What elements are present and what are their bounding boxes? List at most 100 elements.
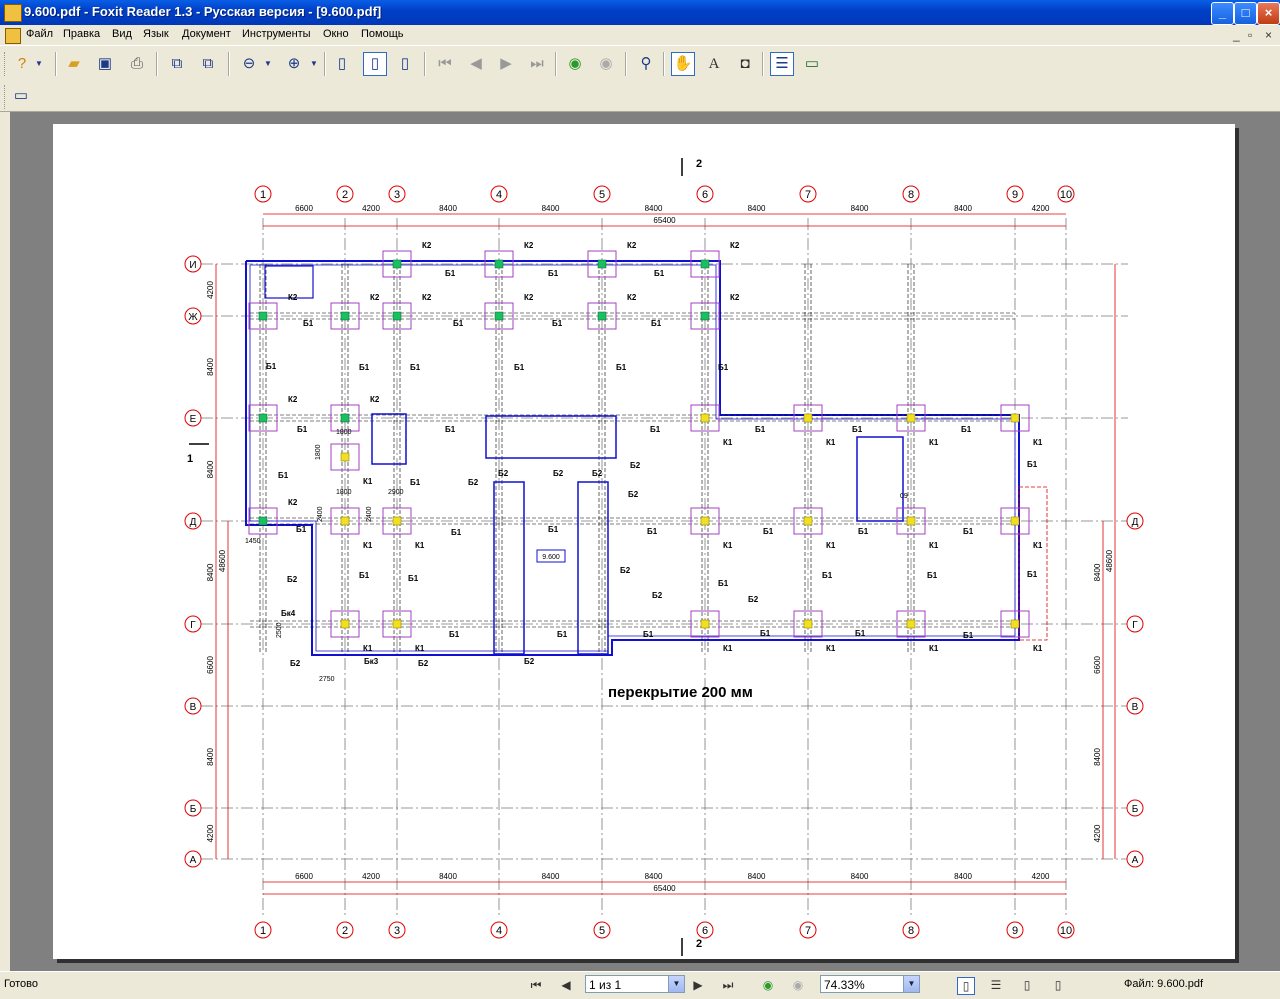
column-k1 — [1010, 619, 1020, 629]
hand-tool-icon[interactable]: ✋ — [671, 52, 695, 76]
find-icon[interactable]: ⚲ — [635, 53, 657, 75]
column-label-k1: К1 — [415, 644, 425, 653]
mdi-close-button[interactable]: × — [1265, 28, 1272, 42]
continuous-mode-icon[interactable]: ☰ — [988, 977, 1004, 993]
zoom-out-dropdown-icon[interactable]: ▼ — [262, 53, 274, 75]
beam-label-b1: Б1 — [410, 478, 421, 487]
beam-label-b2: Б2 — [287, 575, 298, 584]
snapshot-icon[interactable]: ◘ — [734, 53, 756, 75]
stair-box — [485, 415, 617, 459]
dimension-text: 8400 — [954, 204, 972, 213]
column-label: 3 — [394, 189, 400, 201]
mdi-minimize-button[interactable]: _ — [1233, 28, 1240, 42]
column-label-k1: К1 — [723, 541, 733, 550]
column-label: 6 — [702, 189, 708, 201]
mark-label: 9.600 — [542, 554, 560, 561]
forward-icon[interactable]: ◉ — [595, 53, 617, 75]
menu-language[interactable]: Язык — [143, 28, 169, 40]
comment-tool-icon[interactable]: ▭ — [10, 85, 32, 107]
column-k1 — [700, 619, 710, 629]
column-label-k1: К1 — [929, 541, 939, 550]
menu-view[interactable]: Вид — [112, 28, 132, 40]
column-k2 — [700, 259, 710, 269]
dimension-text: 8400 — [206, 748, 215, 766]
zoom-field[interactable]: 74.33% ▼ — [820, 975, 920, 993]
dimension-text: 6600 — [295, 204, 313, 213]
dimension-text: 6600 — [206, 656, 215, 674]
first-page-icon[interactable]: ⏮ — [434, 53, 456, 75]
full-screen-icon[interactable]: ▭ — [801, 53, 823, 75]
column-label: 5 — [599, 925, 605, 937]
minimize-button[interactable]: _ — [1211, 2, 1234, 25]
fit-width-icon[interactable]: ▯ — [394, 53, 416, 75]
menu-window[interactable]: Окно — [323, 28, 349, 40]
toolbar-grip[interactable] — [4, 85, 8, 109]
single-page-icon[interactable]: ▯ — [331, 53, 353, 75]
open-folder-icon[interactable]: ▰ — [63, 53, 85, 75]
zoom-in-dropdown-icon[interactable]: ▼ — [308, 53, 320, 75]
column-label-k1: К1 — [1033, 644, 1043, 653]
dimension-text: 8400 — [645, 872, 663, 881]
secondary-toolbar: ▭ — [0, 83, 1280, 112]
help-dropdown-icon[interactable]: ▼ — [33, 53, 45, 75]
fit-page-icon[interactable]: ▯ — [363, 52, 387, 76]
mdi-restore-button[interactable]: ▫ — [1248, 28, 1252, 42]
print-icon[interactable]: ⎙ — [126, 53, 148, 75]
next-page-icon[interactable]: ▶ — [495, 53, 517, 75]
bookmarks-panel-icon[interactable]: ☰ — [770, 52, 794, 76]
zoom-in-icon[interactable]: ⊕ — [283, 53, 305, 75]
dimension-text: 8400 — [851, 204, 869, 213]
column-label: 7 — [805, 189, 811, 201]
facing-mode-icon[interactable]: ▯ — [1019, 977, 1035, 993]
pdf-page[interactable]: 1 1 2 2 3 3 4 4 5 5 6 6 7 7 8 8 9 9 10 10 И Ж Е Д Г В Б А Д Г В Б А 6600 4… — [53, 124, 1235, 959]
dimension-text: 8400 — [206, 563, 215, 581]
last-page-icon[interactable]: ⏭ — [526, 53, 548, 75]
column-label-k1: К1 — [415, 541, 425, 550]
help-icon[interactable]: ? — [11, 53, 33, 75]
beam-label-b1: Б1 — [557, 630, 568, 639]
menu-edit[interactable]: Правка — [63, 28, 100, 40]
separator — [324, 52, 326, 76]
zoom-dropdown-icon[interactable]: ▼ — [903, 976, 919, 992]
menu-tools[interactable]: Инструменты — [242, 28, 311, 40]
beam-label-b1: Б1 — [650, 425, 661, 434]
back-icon[interactable]: ◉ — [564, 53, 586, 75]
menu-document[interactable]: Документ — [182, 28, 231, 40]
beam-label-b2: Б2 — [630, 461, 641, 470]
status-forward-icon[interactable]: ◉ — [790, 977, 806, 993]
copy-page-icon[interactable]: ⧉ — [166, 53, 188, 75]
save-icon[interactable]: ▣ — [94, 53, 116, 75]
page-dropdown-icon[interactable]: ▼ — [668, 976, 684, 992]
beam-label-b2: Б2 — [748, 595, 759, 604]
beam-label-b1: Б1 — [445, 269, 456, 278]
toolbar-grip[interactable] — [4, 52, 8, 76]
status-first-page-icon[interactable]: ⏮ — [528, 977, 544, 993]
page-number-field[interactable]: 1 из 1 ▼ — [585, 975, 685, 993]
menu-help[interactable]: Помощь — [361, 28, 404, 40]
text-select-icon[interactable]: A — [703, 53, 725, 75]
menu-file[interactable]: Файл — [26, 28, 53, 40]
column-label: 8 — [908, 189, 914, 201]
app-icon — [4, 4, 22, 22]
continuous-facing-mode-icon[interactable]: ▯ — [1050, 977, 1066, 993]
document-icon[interactable] — [5, 28, 21, 44]
column-label-k2: К2 — [627, 293, 637, 302]
status-back-icon[interactable]: ◉ — [760, 977, 776, 993]
beam-label-b1: Б1 — [927, 571, 938, 580]
dimension-text: 4200 — [1032, 872, 1050, 881]
row-label: Д — [1132, 517, 1139, 528]
single-page-mode-icon[interactable]: ▯ — [957, 977, 975, 995]
elevator-shaft — [493, 481, 525, 655]
section-mark-left: 1 — [187, 453, 193, 465]
row-label: Ж — [188, 312, 198, 323]
maximize-button[interactable]: □ — [1234, 2, 1257, 25]
prev-page-icon[interactable]: ◀ — [465, 53, 487, 75]
status-prev-page-icon[interactable]: ◀ — [558, 977, 574, 993]
status-last-page-icon[interactable]: ⏭ — [720, 977, 736, 993]
zoom-out-icon[interactable]: ⊖ — [238, 53, 260, 75]
paste-page-icon[interactable]: ⧉ — [197, 53, 219, 75]
close-button[interactable]: × — [1257, 2, 1280, 25]
separator — [663, 52, 665, 76]
status-next-page-icon[interactable]: ▶ — [690, 977, 706, 993]
column-label-k2: К2 — [288, 498, 298, 507]
